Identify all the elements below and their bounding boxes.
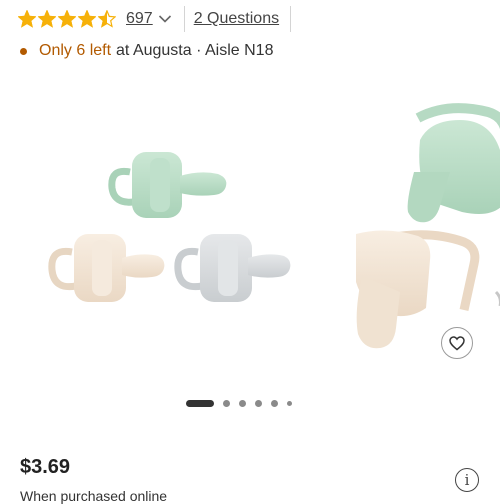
star-full-icon xyxy=(78,10,96,28)
carousel-dot[interactable] xyxy=(287,401,292,406)
carousel-pagination[interactable] xyxy=(186,400,292,407)
large-mint-pacifier xyxy=(407,103,500,223)
star-full-icon xyxy=(58,10,76,28)
favorite-button[interactable] xyxy=(441,327,473,359)
store-location: at Augusta · Aisle N18 xyxy=(116,42,274,59)
product-image xyxy=(48,103,500,349)
carousel-dot[interactable] xyxy=(255,400,262,407)
gray-pacifier xyxy=(174,234,291,302)
star-full-icon xyxy=(38,10,56,28)
star-full-icon xyxy=(18,10,36,28)
product-image-carousel[interactable] xyxy=(0,80,500,390)
price-note: When purchased online xyxy=(20,488,168,504)
carousel-dot[interactable] xyxy=(271,400,278,407)
mint-pacifier xyxy=(108,152,227,218)
info-button[interactable]: i xyxy=(455,468,479,492)
stock-dot-icon xyxy=(20,47,27,55)
rating-row: 697 2 Questions xyxy=(18,6,292,32)
rating-count-link[interactable]: 697 xyxy=(126,10,153,28)
carousel-dot[interactable] xyxy=(223,400,230,407)
star-half-icon xyxy=(98,10,116,28)
carousel-dot[interactable] xyxy=(239,400,246,407)
divider xyxy=(183,6,185,32)
price: $3.69 xyxy=(20,456,71,478)
heart-icon xyxy=(449,335,465,350)
stock-warning: Only 6 left xyxy=(39,42,112,59)
stock-status: Only 6 left at Augusta · Aisle N18 xyxy=(20,42,273,60)
cream-pacifier xyxy=(48,234,165,302)
star-rating[interactable] xyxy=(18,10,116,28)
chevron-down-icon[interactable] xyxy=(158,14,172,24)
divider xyxy=(290,6,292,32)
info-icon: i xyxy=(464,471,470,489)
carousel-dot-active[interactable] xyxy=(186,400,214,407)
questions-link[interactable]: 2 Questions xyxy=(194,10,279,28)
